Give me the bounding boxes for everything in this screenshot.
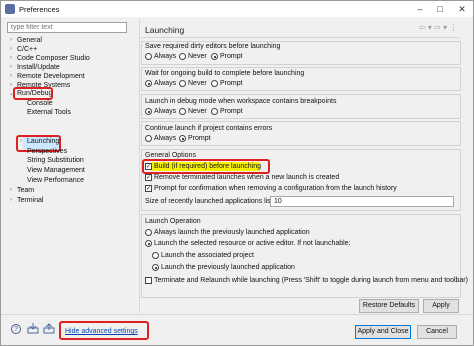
- save-prompt-label[interactable]: Prompt: [220, 53, 243, 60]
- apply-and-close-button[interactable]: Apply and Close: [355, 325, 411, 339]
- debug-mode-label: Launch in debug mode when workspace cont…: [145, 98, 337, 105]
- history-nav-icons[interactable]: ⇦ ▾ ⇨ ▾ ⋮: [419, 23, 457, 32]
- wait-prompt-radio[interactable]: [211, 80, 218, 87]
- tree-item-code-composer-studio[interactable]: Code Composer Studio: [17, 55, 90, 62]
- debug-never-label[interactable]: Never: [188, 108, 207, 115]
- continue-errors-label: Continue launch if project contains erro…: [145, 125, 273, 132]
- expand-icon[interactable]: ›: [10, 37, 12, 43]
- wait-always-label[interactable]: Always: [154, 80, 176, 87]
- general-options-label: General Options: [145, 152, 196, 159]
- remove-terminated-checkbox[interactable]: ✓: [145, 174, 152, 181]
- tree-item-team[interactable]: Team: [17, 187, 34, 194]
- remove-terminated-label[interactable]: Remove terminated launches when a new la…: [154, 174, 339, 181]
- filter-input[interactable]: [7, 22, 127, 33]
- tree-item-external-tools[interactable]: External Tools: [27, 109, 71, 116]
- tree-item-perspectives[interactable]: Perspectives: [27, 148, 67, 155]
- cancel-button[interactable]: Cancel: [417, 325, 457, 339]
- tree-item-install-update[interactable]: Install/Update: [17, 64, 60, 71]
- close-icon[interactable]: ✕: [455, 3, 469, 15]
- continue-always-radio[interactable]: [145, 135, 152, 142]
- header-separator: [141, 37, 459, 38]
- continue-prompt-radio[interactable]: [179, 135, 186, 142]
- launch-previous-label[interactable]: Launch the previously launched applicati…: [161, 264, 295, 271]
- tree-item-console[interactable]: Console: [27, 100, 53, 107]
- launch-associated-radio[interactable]: [152, 252, 159, 259]
- build-before-red-box: [142, 159, 270, 174]
- launch-operation-label: Launch Operation: [145, 218, 201, 225]
- tree-item-c-cpp[interactable]: C/C++: [17, 46, 37, 53]
- page-title: Launching: [145, 25, 185, 35]
- export-icon[interactable]: [43, 323, 55, 334]
- tree-item-remote-development[interactable]: Remote Development: [17, 73, 85, 80]
- save-never-radio[interactable]: [179, 53, 186, 60]
- app-icon: [5, 4, 15, 14]
- wait-never-label[interactable]: Never: [188, 80, 207, 87]
- debug-prompt-label[interactable]: Prompt: [220, 108, 243, 115]
- always-previous-label[interactable]: Always launch the previously launched ap…: [154, 229, 310, 236]
- title-bar: Preferences – □ ✕: [1, 1, 473, 17]
- hide-advanced-highlight: [59, 321, 149, 340]
- window-title: Preferences: [19, 5, 60, 14]
- expand-icon[interactable]: ›: [10, 82, 12, 88]
- restore-defaults-button[interactable]: Restore Defaults: [359, 299, 419, 313]
- tree-item-general[interactable]: General: [17, 37, 42, 44]
- prompt-confirm-checkbox[interactable]: ✓: [145, 185, 152, 192]
- debug-prompt-radio[interactable]: [211, 108, 218, 115]
- pane-divider[interactable]: [139, 19, 140, 313]
- save-always-label[interactable]: Always: [154, 53, 176, 60]
- preferences-window: Preferences – □ ✕ › General › C/C++ › Co…: [0, 0, 474, 346]
- history-size-label: Size of recently launched applications l…: [145, 198, 275, 205]
- always-previous-radio[interactable]: [145, 229, 152, 236]
- footer-separator: [1, 314, 473, 315]
- terminate-relaunch-label[interactable]: Terminate and Relaunch while launching (…: [154, 277, 468, 284]
- run-debug-highlight: [13, 87, 53, 100]
- debug-never-radio[interactable]: [179, 108, 186, 115]
- launch-selected-radio[interactable]: [145, 240, 152, 247]
- maximize-icon[interactable]: □: [433, 3, 447, 15]
- minimize-icon[interactable]: –: [413, 3, 427, 15]
- tree-item-view-management[interactable]: View Management: [27, 167, 85, 174]
- apply-button[interactable]: Apply: [423, 299, 459, 313]
- continue-prompt-label[interactable]: Prompt: [188, 135, 211, 142]
- save-always-radio[interactable]: [145, 53, 152, 60]
- wait-build-label: Wait for ongoing build to complete befor…: [145, 70, 305, 77]
- wait-prompt-label[interactable]: Prompt: [220, 80, 243, 87]
- wait-always-radio[interactable]: [145, 80, 152, 87]
- prompt-confirm-label[interactable]: Prompt for confirmation when removing a …: [154, 185, 397, 192]
- expand-icon[interactable]: ›: [10, 46, 12, 52]
- tree-item-string-substitution[interactable]: String Substitution: [27, 157, 84, 164]
- help-icon[interactable]: ?: [11, 324, 21, 334]
- terminate-relaunch-checkbox[interactable]: [145, 277, 152, 284]
- launch-selected-label[interactable]: Launch the selected resource or active e…: [154, 240, 351, 247]
- history-size-input[interactable]: 10: [270, 196, 454, 207]
- launch-previous-radio[interactable]: [152, 264, 159, 271]
- debug-always-radio[interactable]: [145, 108, 152, 115]
- tree-item-view-performance[interactable]: View Performance: [27, 177, 84, 184]
- expand-icon[interactable]: ›: [10, 55, 12, 61]
- tree-item-terminal[interactable]: Terminal: [17, 197, 43, 204]
- save-editors-label: Save required dirty editors before launc…: [145, 43, 281, 50]
- expand-icon[interactable]: ›: [10, 64, 12, 70]
- expand-icon[interactable]: ›: [10, 187, 12, 193]
- import-icon[interactable]: [27, 323, 39, 334]
- expand-icon[interactable]: ›: [10, 73, 12, 79]
- expand-icon[interactable]: ›: [10, 197, 12, 203]
- save-never-label[interactable]: Never: [188, 53, 207, 60]
- save-prompt-radio[interactable]: [211, 53, 218, 60]
- debug-always-label[interactable]: Always: [154, 108, 176, 115]
- launch-associated-label[interactable]: Launch the associated project: [161, 252, 254, 259]
- continue-always-label[interactable]: Always: [154, 135, 176, 142]
- wait-never-radio[interactable]: [179, 80, 186, 87]
